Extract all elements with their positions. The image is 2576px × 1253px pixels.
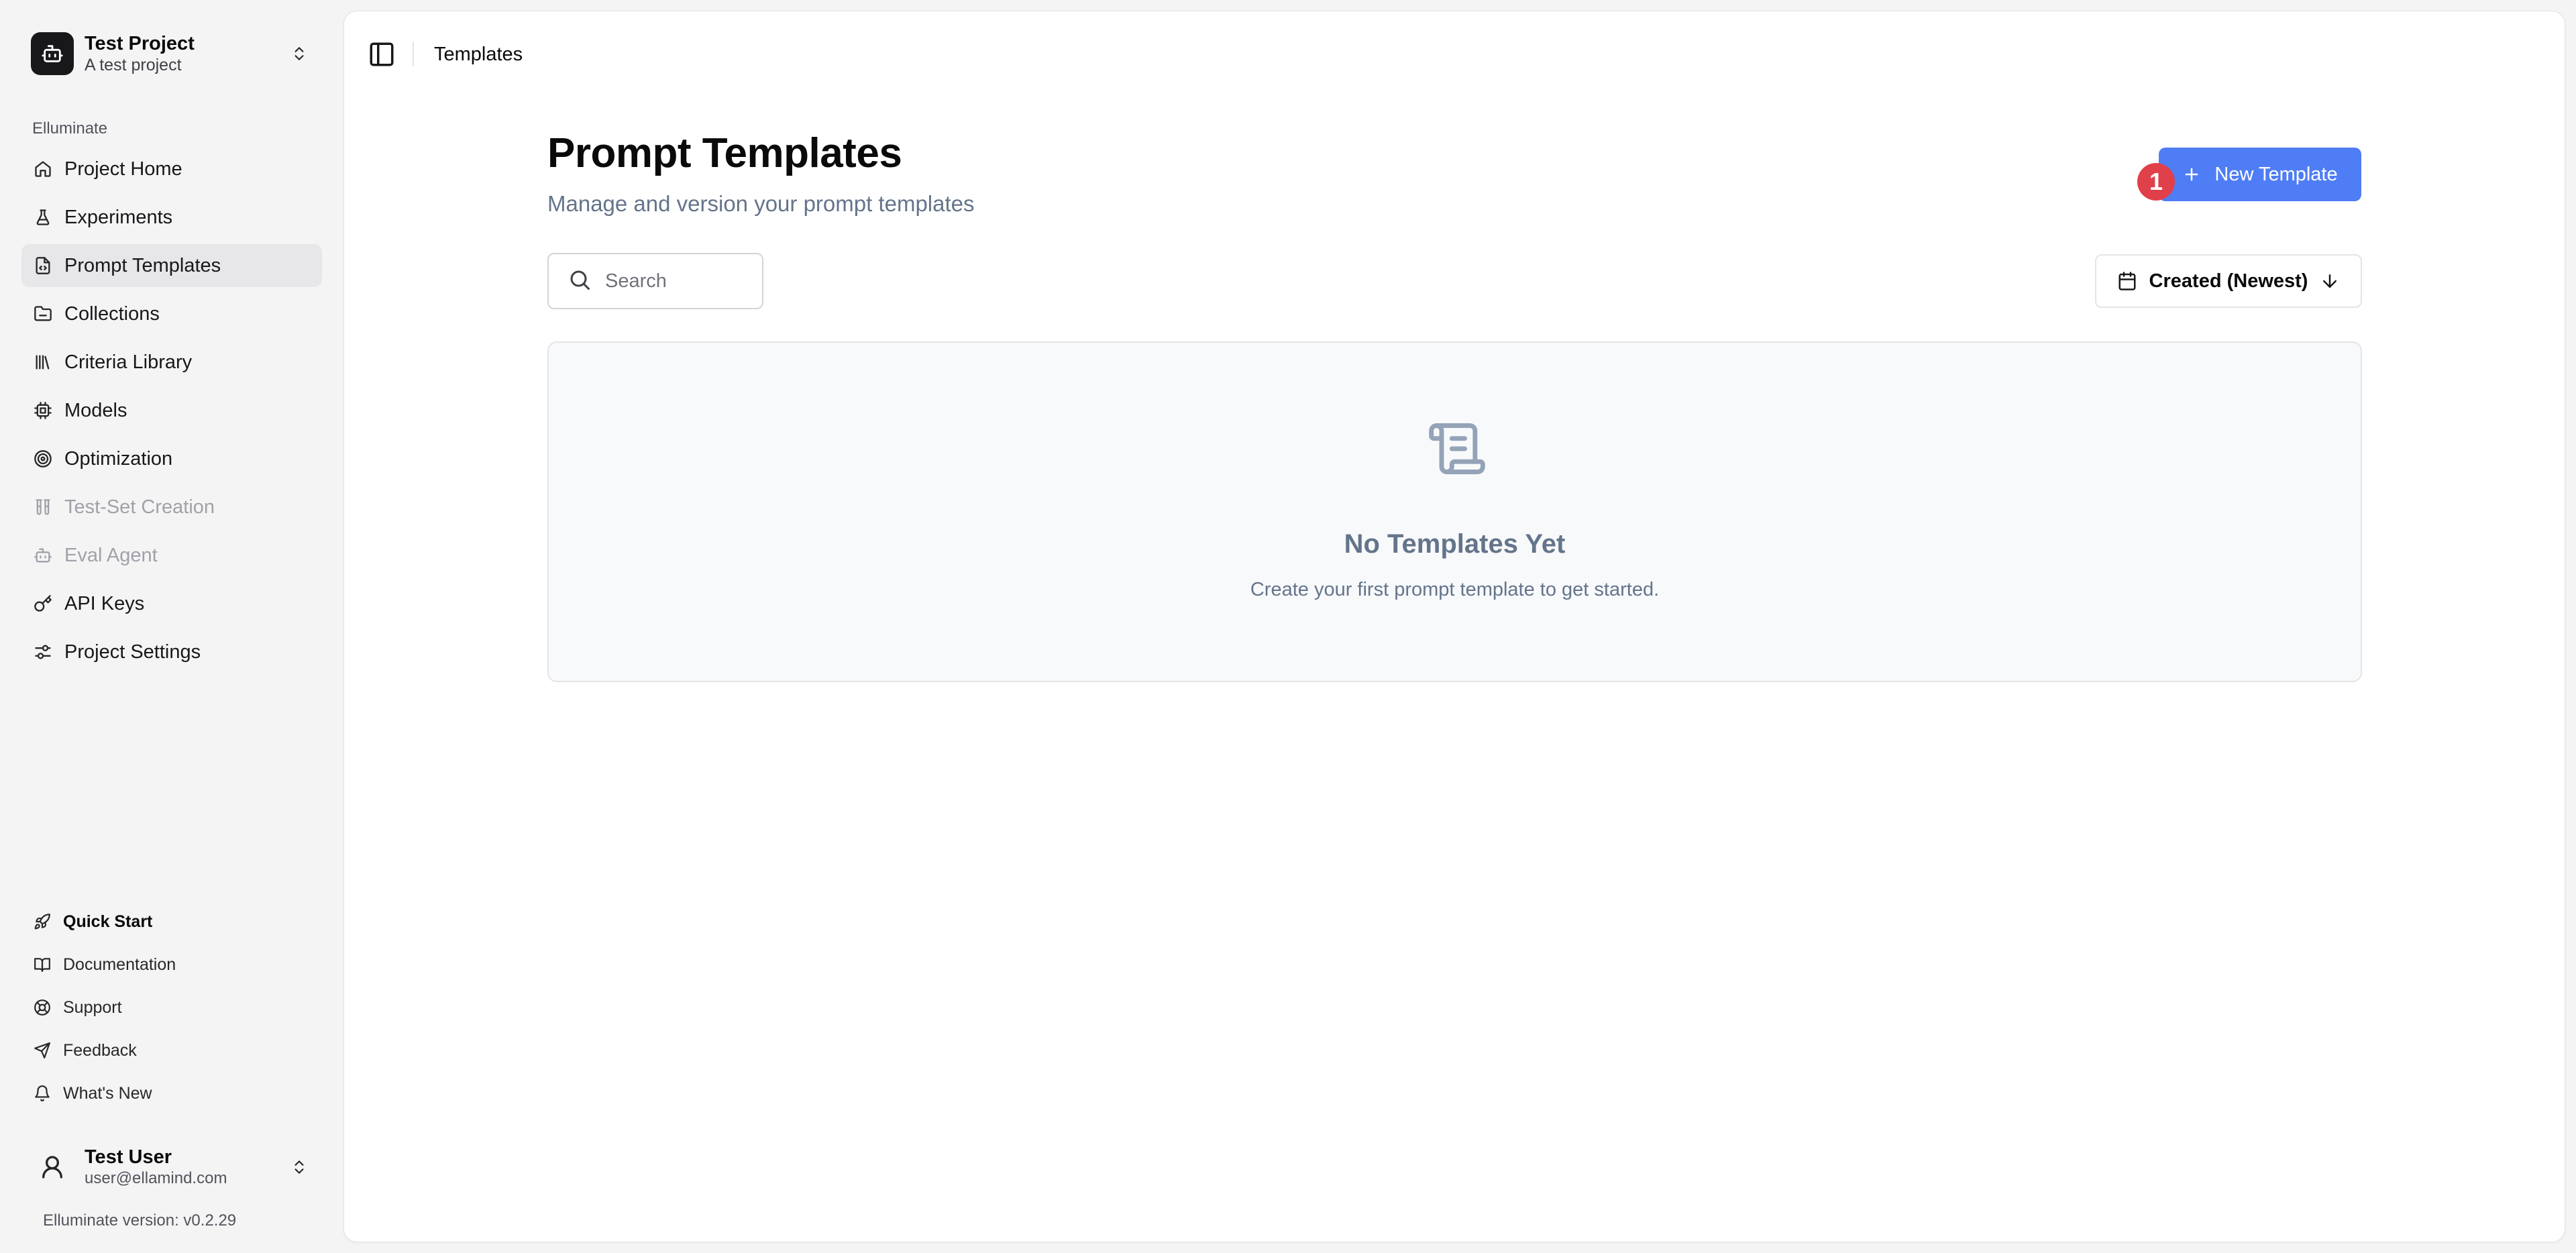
key-icon <box>32 593 54 614</box>
page-title: Prompt Templates <box>547 130 902 176</box>
test-tubes-icon <box>32 496 54 518</box>
empty-state-title: No Templates Yet <box>1344 529 1566 559</box>
panel-left-icon <box>370 42 394 66</box>
chevrons-up-down-icon <box>286 40 313 67</box>
scroll-text-icon <box>1425 417 1489 481</box>
send-icon <box>32 1040 52 1060</box>
bot-icon <box>31 32 74 75</box>
user-icon <box>31 1146 74 1189</box>
sidebar-item-models[interactable]: Models <box>21 389 322 432</box>
sidebar-item-label: Support <box>63 997 122 1017</box>
sidebar-item-label: Quick Start <box>63 912 153 931</box>
file-code-icon <box>32 255 54 276</box>
sidebar-item-label: Experiments <box>64 206 173 228</box>
sidebar-nav: Project Home Experiments Prompt Template… <box>21 148 322 679</box>
top-bar: Templates <box>344 11 2565 97</box>
sidebar-bottom-nav: Quick Start Documentation Support Feedba… <box>21 902 322 1116</box>
empty-state-text: Create your first prompt template to get… <box>1250 579 1660 600</box>
sidebar-item-experiments[interactable]: Experiments <box>21 196 322 239</box>
user-email: user@ellamind.com <box>85 1169 227 1187</box>
sidebar-item-label: Project Home <box>64 158 182 180</box>
sidebar-item-project-settings[interactable]: Project Settings <box>21 631 322 673</box>
sidebar-item-label: Criteria Library <box>64 351 193 373</box>
folder-icon <box>32 303 54 325</box>
flask-icon <box>32 207 54 228</box>
sidebar-item-label: API Keys <box>64 592 145 614</box>
project-description: A test project <box>85 56 182 74</box>
sidebar-item-criteria-library[interactable]: Criteria Library <box>21 341 322 384</box>
sidebar-item-label: Feedback <box>63 1040 137 1060</box>
new-template-button[interactable]: New Template <box>2159 148 2361 201</box>
home-icon <box>32 158 54 180</box>
sidebar-item-prompt-templates[interactable]: Prompt Templates <box>21 244 322 287</box>
sidebar-item-project-home[interactable]: Project Home <box>21 148 322 190</box>
sidebar-item-eval-agent: Eval Agent <box>21 534 322 577</box>
sidebar-item-label: Documentation <box>63 955 176 974</box>
sidebar-item-documentation[interactable]: Documentation <box>21 944 322 985</box>
sidebar-toggle-button[interactable] <box>363 36 400 73</box>
library-icon <box>32 351 54 373</box>
rocket-icon <box>32 912 52 932</box>
lifebuoy-icon <box>32 997 52 1018</box>
search-box[interactable] <box>547 253 763 309</box>
sidebar-group-label: Elluminate <box>32 119 108 138</box>
app-version: Elluminate version: v0.2.29 <box>43 1211 237 1230</box>
new-template-label: New Template <box>2214 163 2338 185</box>
breadcrumb[interactable]: Templates <box>434 44 523 66</box>
arrow-down-icon <box>2320 271 2340 291</box>
sidebar-item-label: Models <box>64 399 127 421</box>
divider <box>413 42 414 66</box>
plus-icon <box>2182 165 2201 184</box>
project-name: Test Project <box>85 33 195 54</box>
sidebar-item-quick-start[interactable]: Quick Start <box>21 902 322 942</box>
sidebar: Test Project A test project Elluminate P… <box>0 0 343 1253</box>
sidebar-item-test-set-creation: Test-Set Creation <box>21 486 322 529</box>
bell-icon <box>32 1083 52 1103</box>
bot-icon <box>32 545 54 566</box>
book-icon <box>32 955 52 975</box>
sort-label: Created (Newest) <box>2149 270 2308 292</box>
sidebar-item-label: Eval Agent <box>64 544 158 566</box>
sidebar-item-support[interactable]: Support <box>21 987 322 1028</box>
user-menu[interactable]: Test User user@ellamind.com <box>21 1136 322 1198</box>
search-icon <box>568 268 592 295</box>
sidebar-item-optimization[interactable]: Optimization <box>21 437 322 480</box>
step-badge: 1 <box>2137 163 2175 201</box>
empty-state: No Templates Yet Create your first promp… <box>547 341 2362 682</box>
sidebar-item-label: Prompt Templates <box>64 254 221 276</box>
chip-icon <box>32 400 54 421</box>
page-subtitle: Manage and version your prompt templates <box>547 191 975 216</box>
sidebar-item-label: Test-Set Creation <box>64 496 215 518</box>
sidebar-item-label: Project Settings <box>64 641 201 663</box>
chevrons-up-down-icon <box>286 1154 313 1181</box>
target-icon <box>32 448 54 470</box>
main-panel: Templates Prompt Templates Manage and ve… <box>343 11 2565 1242</box>
sidebar-item-feedback[interactable]: Feedback <box>21 1030 322 1071</box>
sidebar-item-label: Optimization <box>64 447 173 470</box>
settings-icon <box>32 641 54 663</box>
sidebar-item-label: Collections <box>64 303 160 325</box>
search-input[interactable] <box>605 270 739 292</box>
sidebar-item-collections[interactable]: Collections <box>21 292 322 335</box>
calendar-icon <box>2117 271 2137 291</box>
sidebar-item-api-keys[interactable]: API Keys <box>21 582 322 625</box>
project-switcher[interactable]: Test Project A test project <box>21 21 322 86</box>
user-name: Test User <box>85 1146 172 1168</box>
sidebar-item-whats-new[interactable]: What's New <box>21 1073 322 1113</box>
sidebar-item-label: What's New <box>63 1083 152 1103</box>
sort-dropdown[interactable]: Created (Newest) <box>2095 254 2362 308</box>
